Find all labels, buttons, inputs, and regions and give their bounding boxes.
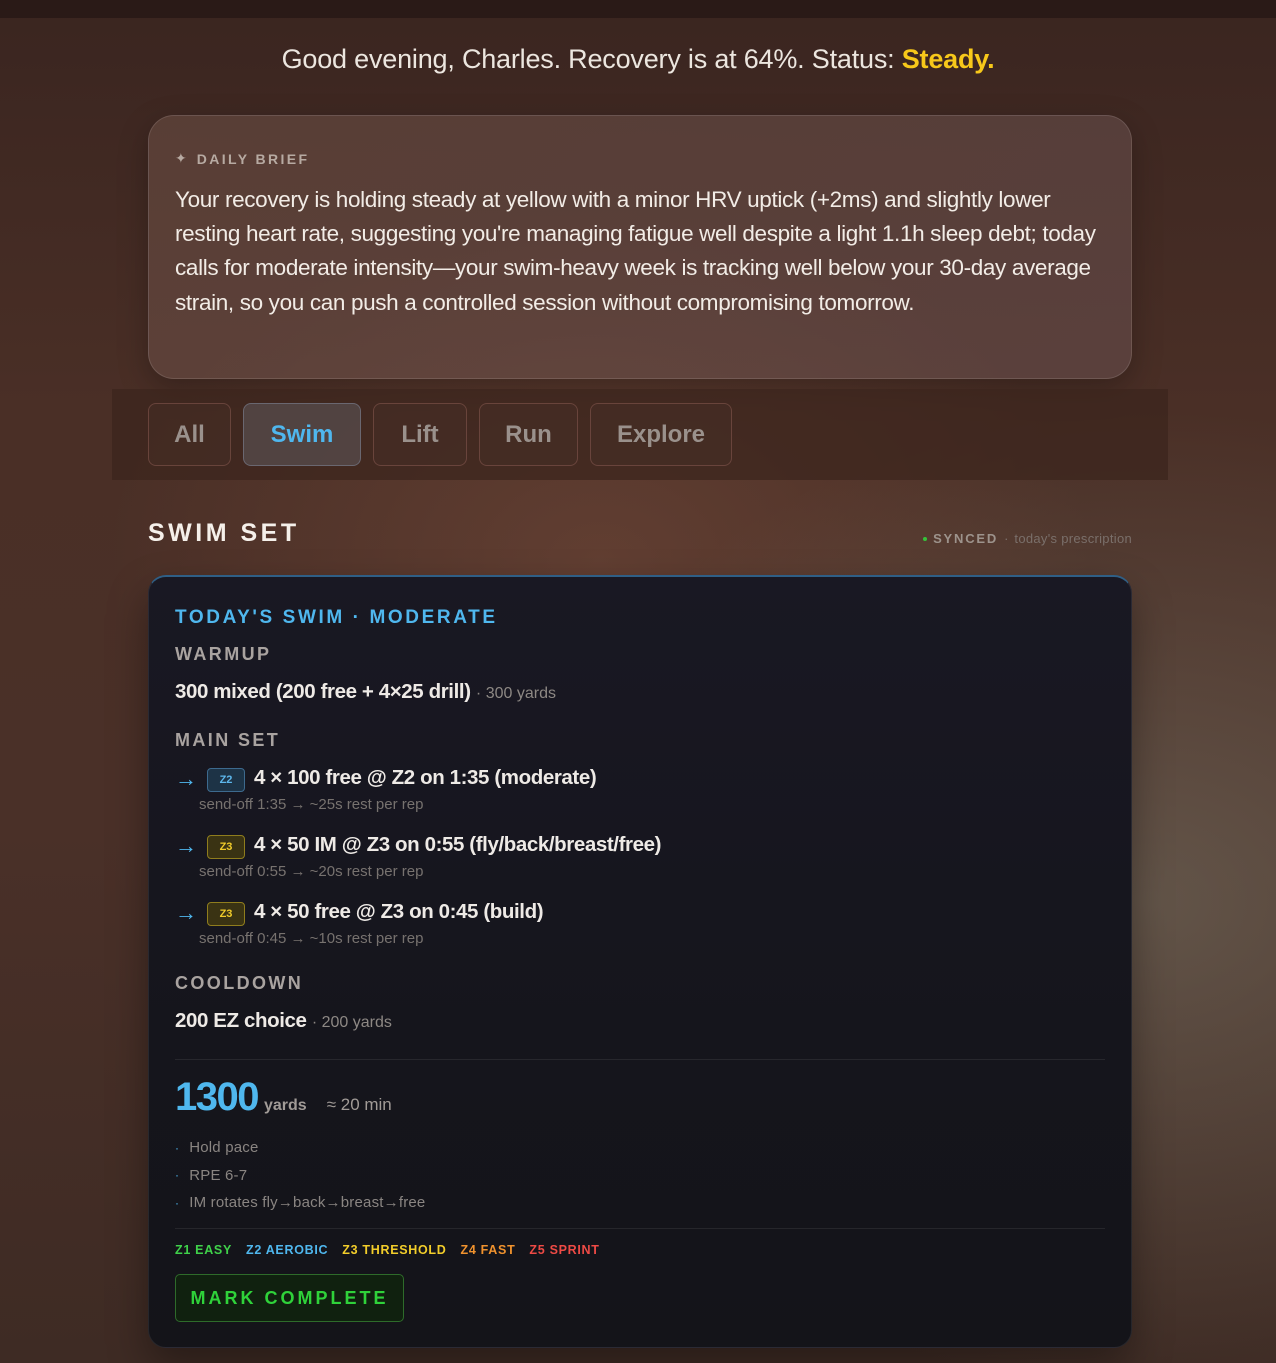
cooldown-distance: · 200 yards — [311, 1014, 392, 1031]
rep-text: 4 × 100 free @ Z2 on 1:35 (moderate) — [254, 766, 597, 789]
daily-brief-header: ✦ DAILY BRIEF — [175, 150, 1105, 167]
legend-z1: Z1 EASY — [175, 1243, 232, 1257]
workout-total: 1300 yards ≈ 20 min — [175, 1075, 392, 1120]
note-text: IM rotates fly→back→breast→free — [189, 1194, 426, 1212]
legend-z5: Z5 SPRINT — [529, 1243, 600, 1257]
zone-legend: Z1 EASY Z2 AEROBIC Z3 THRESHOLD Z4 FAST … — [175, 1243, 600, 1257]
rep-text: 4 × 50 IM @ Z3 on 0:55 (fly/back/breast/… — [254, 833, 662, 856]
tab-run[interactable]: Run — [479, 403, 578, 466]
cooldown-label: COOLDOWN — [175, 973, 304, 993]
tab-explore[interactable]: Explore — [590, 403, 732, 466]
daily-brief-title: DAILY BRIEF — [196, 150, 310, 167]
rep-hint: send-off 0:45 → ~10s rest per rep — [199, 930, 424, 947]
total-yards: 1300 — [175, 1075, 259, 1119]
section-title: SWIM SET — [148, 519, 300, 547]
note-item: · RPE 6-7 — [175, 1162, 425, 1190]
arrow-right-icon: → — [175, 900, 197, 925]
divider — [175, 1059, 1105, 1060]
cooldown-text: 200 EZ choice — [175, 1009, 307, 1032]
sync-label: SYNCED — [933, 531, 999, 546]
main-set-rep: → Z2 4 × 100 free @ Z2 on 1:35 (moderate… — [175, 766, 1095, 816]
workout-heading: TODAY'S SWIM · MODERATE — [175, 607, 498, 628]
arrow-right-icon: → — [175, 833, 197, 858]
total-duration: ≈ 20 min — [326, 1095, 392, 1114]
workout-notes: · Hold pace · RPE 6-7 · IM rotates fly→back… — [175, 1134, 425, 1217]
legend-z4: Z4 FAST — [460, 1243, 516, 1257]
sync-subtitle: today's prescription — [1014, 531, 1132, 546]
cooldown-line: 200 EZ choice · 200 yards — [175, 1009, 392, 1033]
note-item: · Hold pace — [175, 1134, 425, 1162]
tab-all[interactable]: All — [148, 403, 231, 466]
top-bar — [0, 0, 1276, 18]
daily-brief-text: Your recovery is holding steady at yello… — [175, 187, 1096, 315]
warmup-distance: · 300 yards — [475, 685, 556, 702]
main-set-label: MAIN SET — [175, 730, 281, 750]
main-set-rep: → Z3 4 × 50 IM @ Z3 on 0:55 (fly/back/br… — [175, 833, 1095, 883]
legend-z3: Z3 THRESHOLD — [342, 1243, 447, 1257]
total-unit: yards — [263, 1097, 307, 1114]
divider — [175, 1228, 1105, 1229]
note-text: Hold pace — [189, 1139, 259, 1157]
zone-badge: Z3 — [207, 835, 245, 859]
activity-tabs: All Swim Lift Run Explore — [112, 389, 1168, 480]
rep-hint: send-off 1:35 → ~25s rest per rep — [199, 796, 424, 813]
greeting-text: Good evening, Charles. Recovery is at 64… — [281, 44, 902, 74]
bullet-icon: · — [175, 1168, 180, 1183]
tab-lift[interactable]: Lift — [373, 403, 467, 466]
warmup-text: 300 mixed (200 free + 4×25 drill) — [175, 680, 471, 703]
recovery-status: Steady. — [901, 44, 995, 74]
sync-status: SYNCED · today's prescription — [923, 531, 1132, 546]
arrow-right-icon: → — [175, 766, 197, 791]
swim-set-card: TODAY'S SWIM · MODERATE WARMUP 300 mixed… — [148, 575, 1132, 1348]
note-text: RPE 6-7 — [189, 1166, 248, 1184]
warmup-label: WARMUP — [175, 644, 272, 664]
tab-swim[interactable]: Swim — [243, 403, 361, 466]
daily-brief-card: ✦ DAILY BRIEF Your recovery is holding s… — [148, 115, 1132, 379]
sync-dot-icon — [923, 536, 928, 541]
bullet-icon: · — [175, 1195, 180, 1210]
mark-complete-button[interactable]: MARK COMPLETE — [175, 1274, 404, 1322]
zone-badge: Z2 — [207, 768, 245, 792]
rep-text: 4 × 50 free @ Z3 on 0:45 (build) — [254, 900, 544, 923]
bullet-icon: · — [175, 1140, 180, 1155]
greeting-line: Good evening, Charles. Recovery is at 64… — [0, 44, 1276, 75]
sync-separator: · — [1004, 531, 1009, 546]
warmup-line: 300 mixed (200 free + 4×25 drill) · 300 … — [175, 680, 556, 704]
legend-z2: Z2 AEROBIC — [246, 1243, 329, 1257]
note-item: · IM rotates fly→back→breast→free — [175, 1189, 425, 1217]
rep-hint: send-off 0:55 → ~20s rest per rep — [199, 863, 424, 880]
main-set-rep: → Z3 4 × 50 free @ Z3 on 0:45 (build) se… — [175, 900, 1095, 950]
zone-badge: Z3 — [207, 902, 245, 926]
sparkle-icon: ✦ — [175, 150, 187, 166]
